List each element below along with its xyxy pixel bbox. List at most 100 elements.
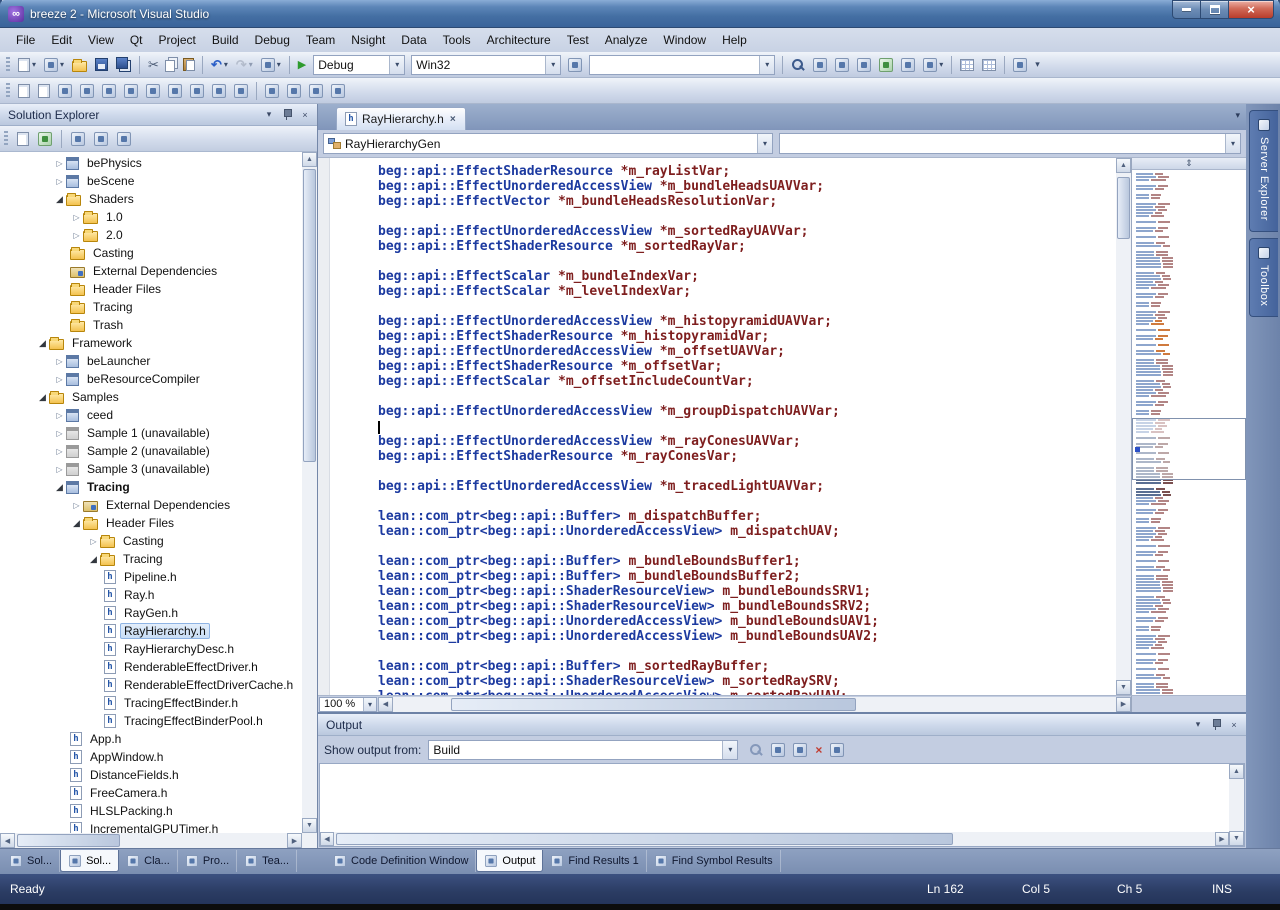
collapse-icon[interactable]: ◢ — [36, 392, 49, 403]
editor-tool-14-button[interactable] — [306, 82, 326, 100]
editor-vscrollbar[interactable]: ▲ ▼ — [1116, 158, 1131, 695]
editor-tool-5-button[interactable] — [99, 82, 119, 100]
scroll-right-icon[interactable]: ▶ — [1116, 697, 1131, 712]
tree-item-hlslpacking.h[interactable]: HLSLPacking.h — [0, 802, 302, 820]
editor-tool-2-button[interactable] — [35, 82, 53, 100]
tree-item-bescene[interactable]: ▷beScene — [0, 172, 302, 190]
view-code-button[interactable] — [114, 130, 134, 148]
tool-tab-sol-[interactable]: Sol... — [2, 850, 60, 872]
tree-item-appwindow.h[interactable]: AppWindow.h — [0, 748, 302, 766]
autohide-tab-server-explorer[interactable]: Server Explorer — [1249, 110, 1278, 232]
tree-item-renderableeffectdriver.h[interactable]: RenderableEffectDriver.h — [0, 658, 302, 676]
refresh-button[interactable] — [68, 130, 88, 148]
redo-button[interactable]: ↷▾ — [233, 55, 256, 75]
scroll-thumb[interactable] — [1117, 177, 1130, 239]
window-position-chevron-icon[interactable]: ▾ — [261, 107, 277, 122]
tool-tab-cla-[interactable]: Cla... — [119, 850, 178, 872]
solution-configurations-combo[interactable]: Debug▾ — [313, 55, 405, 75]
show-all-files-button[interactable] — [35, 130, 55, 148]
menu-data[interactable]: Data — [393, 29, 434, 51]
open-file-button[interactable] — [69, 56, 90, 74]
tree-item-samples[interactable]: ◢Samples — [0, 388, 302, 406]
expand-icon[interactable]: ▷ — [53, 177, 66, 186]
toolbar-options-button[interactable]: ▾ — [1032, 57, 1043, 72]
collapse-icon[interactable]: ◢ — [53, 482, 66, 493]
toolbar-tool-2-button[interactable] — [832, 56, 852, 74]
scroll-left-icon[interactable]: ◀ — [0, 833, 15, 848]
scroll-thumb[interactable] — [17, 834, 120, 847]
minimize-button[interactable] — [1172, 0, 1201, 19]
scroll-left-icon[interactable]: ◀ — [320, 832, 334, 846]
tree-item-external-dependencies[interactable]: External Dependencies — [0, 262, 302, 280]
tool-tab-sol-[interactable]: Sol... — [60, 850, 119, 872]
tree-item-ray.h[interactable]: Ray.h — [0, 586, 302, 604]
expand-icon[interactable]: ▷ — [53, 447, 66, 456]
tree-item-beresourcecompiler[interactable]: ▷beResourceCompiler — [0, 370, 302, 388]
tree-item-header-files[interactable]: Header Files — [0, 280, 302, 298]
expand-icon[interactable]: ▷ — [70, 213, 83, 222]
indicator-margin[interactable] — [318, 158, 330, 695]
scroll-up-icon[interactable]: ▲ — [1229, 764, 1244, 779]
copy-button[interactable] — [164, 56, 178, 74]
scroll-up-icon[interactable]: ▲ — [1116, 158, 1131, 173]
zoom-dropdown[interactable]: 100 % ▾ — [319, 697, 377, 712]
tree-item-pipeline.h[interactable]: Pipeline.h — [0, 568, 302, 586]
toolbar-tool-4-button[interactable] — [876, 56, 896, 74]
expand-icon[interactable]: ▷ — [87, 537, 100, 546]
cut-button[interactable]: ✂ — [145, 55, 162, 75]
scroll-thumb[interactable] — [336, 833, 953, 845]
document-list-chevron-icon[interactable]: ▾ — [1235, 110, 1240, 121]
toolbar-tool-5-button[interactable] — [898, 56, 918, 74]
menu-edit[interactable]: Edit — [43, 29, 80, 51]
tree-item-tracing[interactable]: ◢Tracing — [0, 478, 302, 496]
menu-debug[interactable]: Debug — [247, 29, 298, 51]
menu-nsight[interactable]: Nsight — [343, 29, 393, 51]
autohide-tab-toolbox[interactable]: Toolbox — [1249, 238, 1278, 317]
editor-tool-13-button[interactable] — [284, 82, 304, 100]
types-dropdown[interactable]: RayHierarchyGen ▾ — [323, 133, 773, 154]
expand-icon[interactable]: ▷ — [53, 429, 66, 438]
tool-tab-find-results-1[interactable]: Find Results 1 — [543, 850, 646, 872]
tree-item-ceed[interactable]: ▷ceed — [0, 406, 302, 424]
expand-icon[interactable]: ▷ — [70, 231, 83, 240]
close-tool-window-icon[interactable]: × — [297, 107, 313, 122]
scroll-down-icon[interactable]: ▼ — [1116, 680, 1131, 695]
tree-item-tracing[interactable]: Tracing — [0, 298, 302, 316]
collapse-icon[interactable]: ◢ — [87, 554, 100, 565]
close-button[interactable]: × — [1229, 0, 1274, 19]
undo-button[interactable]: ↶▾ — [208, 55, 231, 75]
tree-item-sample-2-unavailable-[interactable]: ▷Sample 2 (unavailable) — [0, 442, 302, 460]
find-combo[interactable]: ▾ — [589, 55, 775, 75]
tree-item-raygen.h[interactable]: RayGen.h — [0, 604, 302, 622]
scroll-right-icon[interactable]: ▶ — [1215, 832, 1229, 846]
tool-tab-pro-[interactable]: Pro... — [178, 850, 237, 872]
scroll-down-icon[interactable]: ▼ — [302, 818, 317, 833]
toolbar-tool-7-button[interactable] — [957, 57, 977, 73]
menu-team[interactable]: Team — [298, 29, 343, 51]
output-source-dropdown[interactable]: Build ▾ — [428, 740, 738, 760]
menu-architecture[interactable]: Architecture — [479, 29, 559, 51]
tree-item-external-dependencies[interactable]: ▷External Dependencies — [0, 496, 302, 514]
scroll-right-icon[interactable]: ▶ — [287, 833, 302, 848]
quick-find-button[interactable] — [565, 56, 585, 74]
tree-item-tracing[interactable]: ◢Tracing — [0, 550, 302, 568]
output-header[interactable]: Output ▾ × — [318, 714, 1246, 736]
menu-project[interactable]: Project — [151, 29, 204, 51]
auto-hide-pin-icon[interactable] — [1208, 717, 1224, 732]
document-minimap[interactable]: ⇕ — [1131, 158, 1246, 695]
members-dropdown[interactable]: ▾ — [779, 133, 1241, 154]
tool-tab-output[interactable]: Output — [476, 850, 543, 872]
tree-item-casting[interactable]: ▷Casting — [0, 532, 302, 550]
navigate-backward-button[interactable]: ▾ — [258, 56, 284, 74]
tree-item-incrementalgputimer.h[interactable]: IncrementalGPUTimer.h — [0, 820, 302, 833]
tree-item-app.h[interactable]: App.h — [0, 730, 302, 748]
collapse-icon[interactable]: ◢ — [53, 194, 66, 205]
previous-message-button[interactable] — [768, 741, 788, 759]
expand-icon[interactable]: ▷ — [53, 159, 66, 168]
minimap-splitter-icon[interactable]: ⇕ — [1132, 158, 1246, 170]
editor-tool-8-button[interactable] — [165, 82, 185, 100]
minimap-viewport[interactable] — [1132, 418, 1246, 480]
editor-tool-11-button[interactable] — [231, 82, 251, 100]
tree-item-belauncher[interactable]: ▷beLauncher — [0, 352, 302, 370]
menu-window[interactable]: Window — [655, 29, 714, 51]
